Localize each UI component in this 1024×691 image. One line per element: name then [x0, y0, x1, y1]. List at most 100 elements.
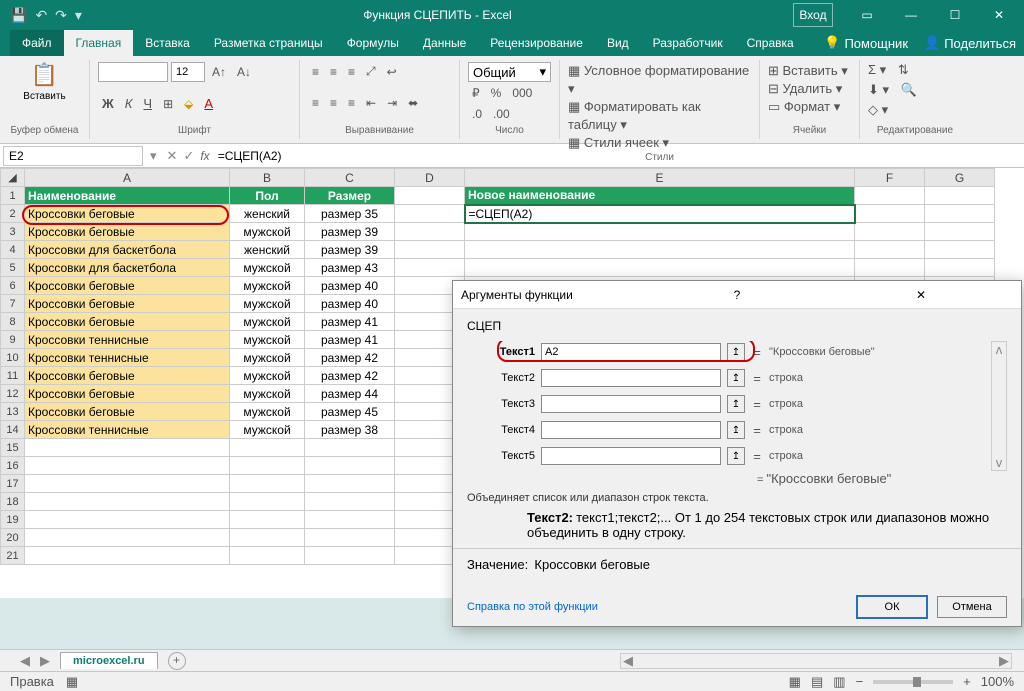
cell-c12[interactable]: размер 44 — [305, 385, 395, 403]
align-top-icon[interactable]: ≡ — [308, 63, 323, 81]
cell-e2[interactable]: =СЦЕП(A2) — [465, 205, 855, 223]
cell-c5[interactable]: размер 43 — [305, 259, 395, 277]
cell-a10[interactable]: Кроссовки теннисные — [25, 349, 230, 367]
arg2-input[interactable] — [541, 369, 721, 387]
args-scrollbar[interactable]: ʌv — [991, 341, 1007, 471]
cell-c4[interactable]: размер 39 — [305, 241, 395, 259]
cell-a14[interactable]: Кроссовки теннисные — [25, 421, 230, 439]
tab-view[interactable]: Вид — [595, 30, 641, 56]
row-19[interactable]: 19 — [1, 511, 25, 529]
cell-a6[interactable]: Кроссовки беговые — [25, 277, 230, 295]
cell-a13[interactable]: Кроссовки беговые — [25, 403, 230, 421]
cell-c3[interactable]: размер 39 — [305, 223, 395, 241]
cell-a12[interactable]: Кроссовки беговые — [25, 385, 230, 403]
row-8[interactable]: 8 — [1, 313, 25, 331]
tab-data[interactable]: Данные — [411, 30, 478, 56]
cell-b14[interactable]: мужской — [230, 421, 305, 439]
merge-icon[interactable]: ⬌ — [404, 94, 422, 112]
align-left-icon[interactable]: ≡ — [308, 94, 323, 112]
row-4[interactable]: 4 — [1, 241, 25, 259]
cell-g2[interactable] — [925, 205, 995, 223]
tab-layout[interactable]: Разметка страницы — [202, 30, 335, 56]
font-size-combo[interactable] — [171, 62, 205, 82]
col-e[interactable]: E — [465, 169, 855, 187]
cell-d1[interactable] — [395, 187, 465, 205]
help-link[interactable]: Справка по этой функции — [467, 601, 598, 613]
cell-c11[interactable]: размер 42 — [305, 367, 395, 385]
cell-b10[interactable]: мужской — [230, 349, 305, 367]
orientation-icon[interactable]: ⤢ — [362, 62, 380, 81]
insert-cells-button[interactable]: ⊞ Вставить ▾ — [768, 62, 851, 80]
scroll-up-icon[interactable]: ʌ — [996, 342, 1003, 357]
cell-a9[interactable]: Кроссовки теннисные — [25, 331, 230, 349]
row-6[interactable]: 6 — [1, 277, 25, 295]
tell-me[interactable]: 💡Помощник — [816, 30, 916, 56]
find-icon[interactable]: 🔍 — [901, 82, 917, 97]
zoom-in-icon[interactable]: + — [963, 674, 971, 689]
redo-icon[interactable]: ↷ — [55, 7, 67, 24]
arg5-refedit-icon[interactable]: ↥ — [727, 447, 745, 465]
row-9[interactable]: 9 — [1, 331, 25, 349]
arg3-refedit-icon[interactable]: ↥ — [727, 395, 745, 413]
autosum-icon[interactable]: Σ ▾ — [868, 62, 886, 77]
row-17[interactable]: 17 — [1, 475, 25, 493]
cell-c7[interactable]: размер 40 — [305, 295, 395, 313]
conditional-formatting-button[interactable]: ▦ Условное форматирование ▾ — [568, 62, 751, 98]
paste-icon[interactable]: 📋 — [31, 62, 58, 88]
horizontal-scrollbar[interactable]: ◀▶ — [620, 653, 1012, 669]
format-as-table-button[interactable]: ▦ Форматировать как таблицу ▾ — [568, 98, 751, 134]
fill-icon[interactable]: ⬇ ▾ — [868, 82, 889, 97]
currency-icon[interactable]: ₽ — [468, 84, 484, 102]
cell-f2[interactable] — [855, 205, 925, 223]
row-3[interactable]: 3 — [1, 223, 25, 241]
row-20[interactable]: 20 — [1, 529, 25, 547]
row-10[interactable]: 10 — [1, 349, 25, 367]
zoom-out-icon[interactable]: − — [856, 674, 864, 689]
cell-b7[interactable]: мужской — [230, 295, 305, 313]
cell-d2[interactable] — [395, 205, 465, 223]
clear-icon[interactable]: ◇ ▾ — [868, 102, 888, 117]
comma-icon[interactable]: 000 — [508, 84, 536, 102]
save-icon[interactable]: 💾 — [10, 7, 27, 24]
cell-c1[interactable]: Размер — [305, 187, 395, 205]
arg1-input[interactable] — [541, 343, 721, 361]
tab-nav-next-icon[interactable]: ▶ — [40, 653, 50, 669]
row-14[interactable]: 14 — [1, 421, 25, 439]
sheet-tab-1[interactable]: microexcel.ru — [60, 652, 158, 669]
cell-b9[interactable]: мужской — [230, 331, 305, 349]
arg4-input[interactable] — [541, 421, 721, 439]
tab-developer[interactable]: Разработчик — [641, 30, 735, 56]
row-1[interactable]: 1 — [1, 187, 25, 205]
namebox-dropdown-icon[interactable]: ▾ — [146, 148, 161, 164]
cell-c2[interactable]: размер 35 — [305, 205, 395, 223]
cell-c6[interactable]: размер 40 — [305, 277, 395, 295]
select-all[interactable]: ◢ — [1, 169, 25, 187]
delete-cells-button[interactable]: ⊟ Удалить ▾ — [768, 80, 851, 98]
arg2-refedit-icon[interactable]: ↥ — [727, 369, 745, 387]
cell-a2[interactable]: Кроссовки беговые — [25, 205, 230, 223]
cell-b1[interactable]: Пол — [230, 187, 305, 205]
share-button[interactable]: 👤Поделиться — [916, 30, 1024, 56]
tab-file[interactable]: Файл — [10, 30, 64, 56]
cell-c14[interactable]: размер 38 — [305, 421, 395, 439]
cell-g1[interactable] — [925, 187, 995, 205]
row-18[interactable]: 18 — [1, 493, 25, 511]
minimize-icon[interactable]: — — [891, 3, 931, 27]
view-layout-icon[interactable]: ▤ — [811, 674, 823, 690]
cell-b6[interactable]: мужской — [230, 277, 305, 295]
increase-font-icon[interactable]: A↑ — [208, 63, 230, 81]
tab-review[interactable]: Рецензирование — [478, 30, 595, 56]
tab-home[interactable]: Главная — [64, 30, 134, 56]
align-center-icon[interactable]: ≡ — [326, 94, 341, 112]
col-a[interactable]: A — [25, 169, 230, 187]
cell-b11[interactable]: мужской — [230, 367, 305, 385]
cell-b4[interactable]: женский — [230, 241, 305, 259]
row-16[interactable]: 16 — [1, 457, 25, 475]
decrease-font-icon[interactable]: A↓ — [233, 63, 255, 81]
cell-c10[interactable]: размер 42 — [305, 349, 395, 367]
close-icon[interactable]: ✕ — [979, 3, 1019, 27]
ribbon-options-icon[interactable]: ▭ — [847, 3, 887, 27]
dec-decimal-icon[interactable]: .00 — [489, 105, 514, 123]
cell-a3[interactable]: Кроссовки беговые — [25, 223, 230, 241]
cell-e1[interactable]: Новое наименование — [465, 187, 855, 205]
